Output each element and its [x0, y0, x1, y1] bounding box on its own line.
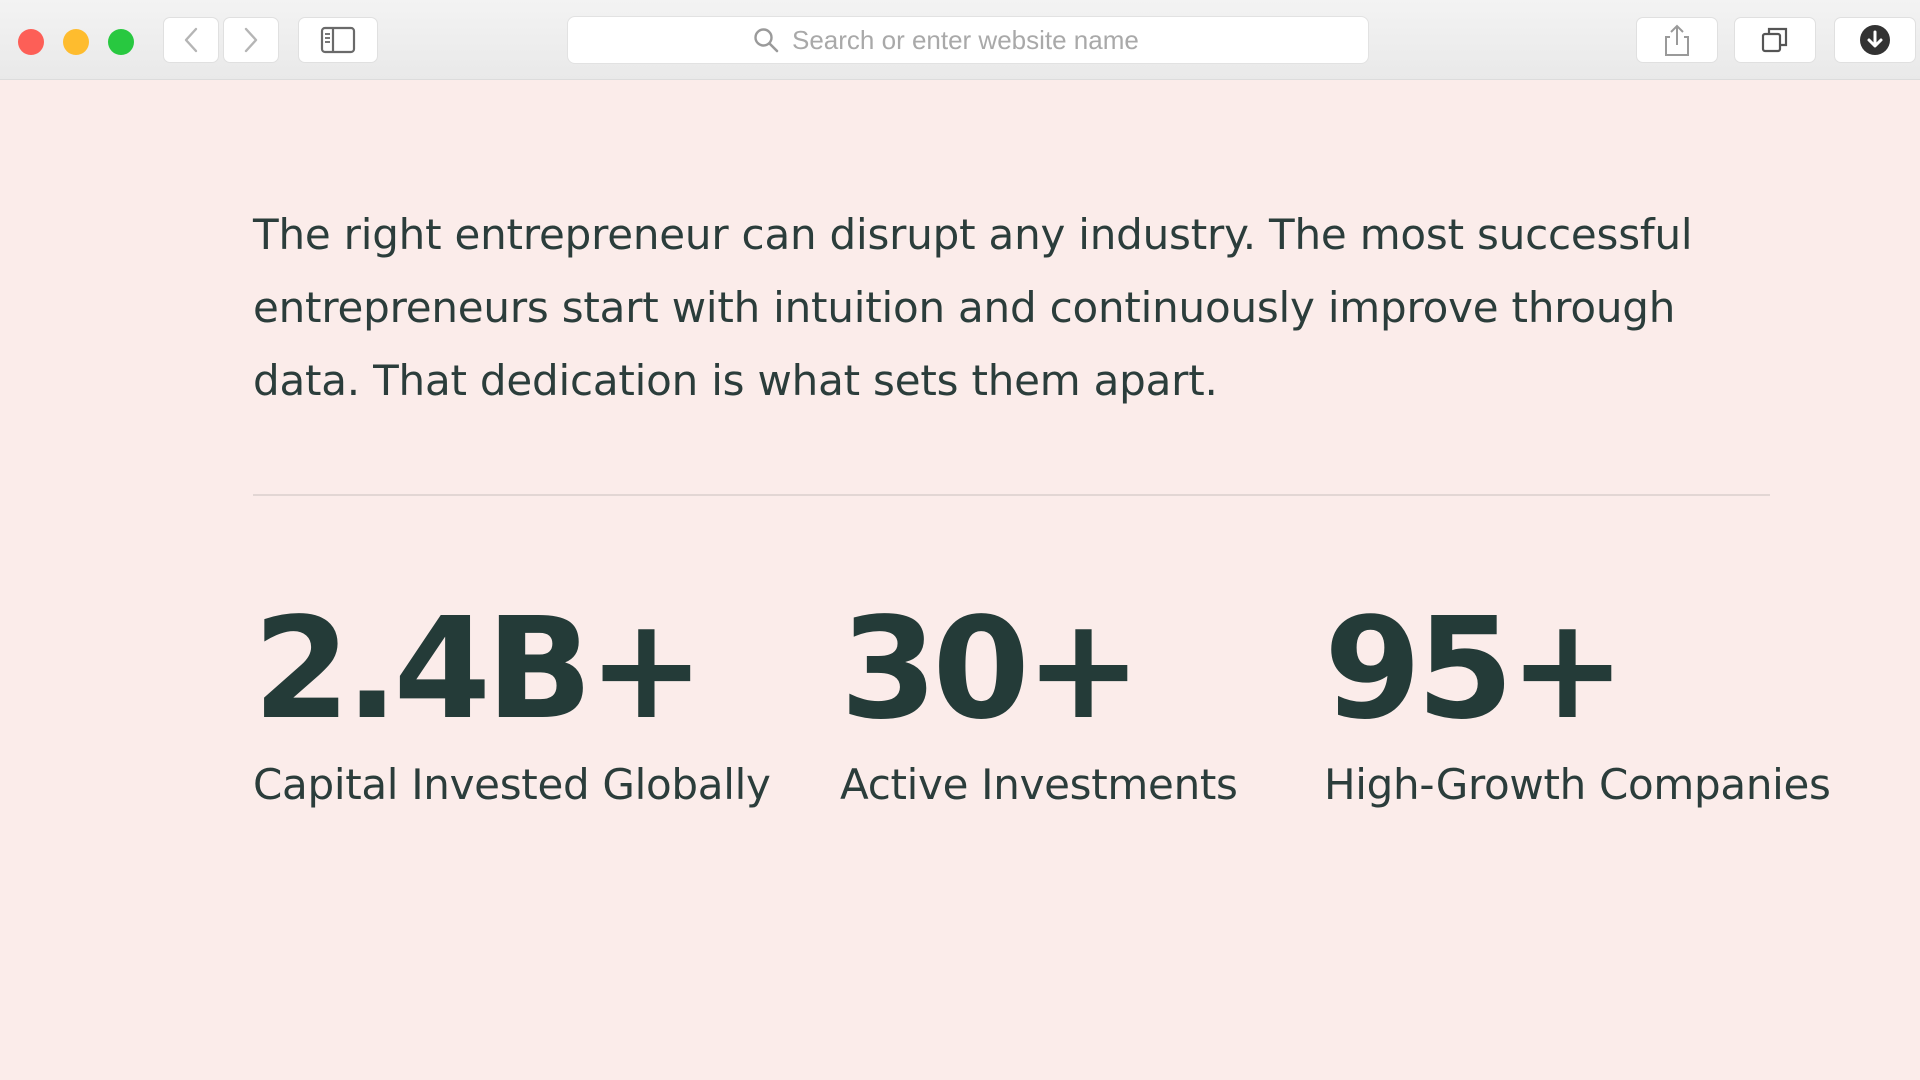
back-chevron-icon — [184, 27, 198, 53]
stat-value: 95+ — [1324, 588, 1626, 751]
downloads-button[interactable] — [1834, 17, 1916, 63]
search-icon — [754, 28, 779, 53]
back-button[interactable] — [163, 17, 219, 63]
stat-value: 30+ — [840, 588, 1142, 751]
tabs-overview-button[interactable] — [1734, 17, 1816, 63]
sidebar-toggle-button[interactable] — [298, 17, 378, 63]
share-icon — [1665, 24, 1689, 56]
forward-button[interactable] — [223, 17, 279, 63]
address-input[interactable] — [790, 23, 1184, 57]
stat-capital: 2.4B+ Capital Invested Globally — [253, 595, 771, 810]
close-window-button[interactable] — [18, 29, 44, 55]
stat-investments: 30+ Active Investments — [840, 595, 1238, 810]
stat-label: High-Growth Companies — [1324, 760, 1831, 809]
minimize-window-button[interactable] — [63, 29, 89, 55]
tabs-icon — [1761, 27, 1788, 53]
forward-chevron-icon — [244, 27, 258, 53]
browser-toolbar — [0, 0, 1920, 80]
page-content: The right entrepreneur can disrupt any i… — [0, 80, 1920, 1080]
stat-companies: 95+ High-Growth Companies — [1324, 595, 1831, 810]
intro-paragraph: The right entrepreneur can disrupt any i… — [253, 210, 1693, 405]
address-bar[interactable] — [567, 16, 1369, 64]
stat-value: 2.4B+ — [253, 588, 705, 751]
stat-label: Capital Invested Globally — [253, 760, 771, 809]
divider — [253, 494, 1770, 496]
sidebar-icon — [320, 26, 356, 54]
share-button[interactable] — [1636, 17, 1718, 63]
stat-label: Active Investments — [840, 760, 1238, 809]
zoom-window-button[interactable] — [108, 29, 134, 55]
download-icon — [1860, 25, 1890, 55]
